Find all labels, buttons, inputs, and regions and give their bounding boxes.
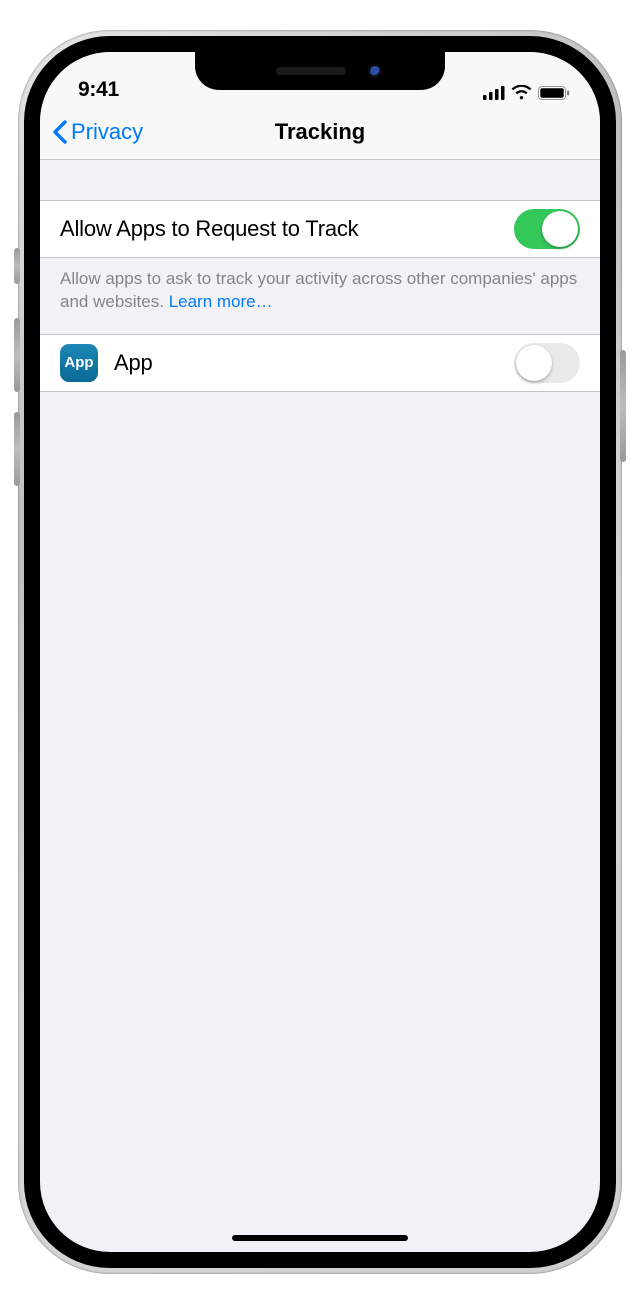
- nav-bar: Privacy Tracking: [40, 104, 600, 160]
- back-label: Privacy: [71, 119, 143, 145]
- app-tracking-row: App App: [40, 334, 600, 392]
- switch-knob: [516, 345, 552, 381]
- wifi-icon: [511, 85, 532, 100]
- notch: [195, 52, 445, 90]
- volume-down-button: [14, 412, 20, 486]
- screen: 9:41: [40, 52, 600, 1252]
- home-indicator[interactable]: [232, 1235, 408, 1241]
- footer-description: Allow apps to ask to track your activity…: [60, 269, 577, 311]
- earpiece-speaker: [276, 67, 346, 75]
- allow-apps-to-track-row: Allow Apps to Request to Track: [40, 200, 600, 258]
- status-time: 9:41: [78, 78, 119, 102]
- page-title: Tracking: [275, 119, 365, 145]
- phone-bezel: 9:41: [24, 36, 616, 1268]
- back-button[interactable]: Privacy: [52, 104, 143, 159]
- app-icon-label: App: [64, 354, 93, 371]
- phone-shell: 9:41: [18, 30, 622, 1274]
- allow-apps-to-track-label: Allow Apps to Request to Track: [60, 216, 359, 242]
- cellular-icon: [483, 86, 505, 100]
- battery-icon: [538, 86, 570, 100]
- allow-apps-to-track-switch[interactable]: [514, 209, 580, 249]
- app-icon: App: [60, 344, 98, 382]
- status-icons: [483, 85, 570, 102]
- chevron-left-icon: [52, 120, 67, 144]
- learn-more-link[interactable]: Learn more…: [169, 292, 273, 311]
- volume-up-button: [14, 318, 20, 392]
- app-tracking-switch[interactable]: [514, 343, 580, 383]
- switch-knob: [542, 211, 578, 247]
- front-camera: [368, 64, 382, 78]
- app-name-label: App: [114, 350, 153, 376]
- settings-content: Allow Apps to Request to Track Allow app…: [40, 160, 600, 392]
- section-footer: Allow apps to ask to track your activity…: [40, 258, 600, 334]
- mute-switch: [14, 248, 20, 284]
